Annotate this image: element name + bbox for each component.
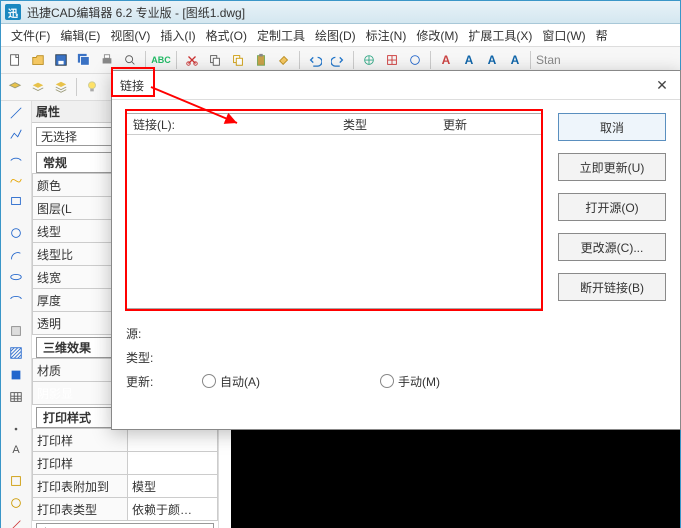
group-view[interactable]: 视图 bbox=[36, 523, 214, 528]
close-icon[interactable]: ✕ bbox=[652, 75, 672, 95]
menu-window[interactable]: 窗口(W) bbox=[538, 25, 589, 46]
doc-name: [图纸1.dwg] bbox=[182, 6, 245, 20]
layer3-icon[interactable] bbox=[51, 77, 71, 97]
line-icon[interactable] bbox=[7, 105, 25, 121]
title-text: 迅捷CAD编辑器 6.2 专业版 - [图纸1.dwg] bbox=[27, 4, 245, 21]
menu-draw[interactable]: 绘图(D) bbox=[311, 25, 360, 46]
table-icon[interactable] bbox=[7, 389, 25, 405]
new-icon[interactable] bbox=[5, 50, 25, 70]
app-window: 迅 迅捷CAD编辑器 6.2 专业版 - [图纸1.dwg] 文件(F) 编辑(… bbox=[0, 0, 681, 528]
break-link-button[interactable]: 断开链接(B) bbox=[558, 273, 666, 301]
copy2-icon[interactable] bbox=[228, 50, 248, 70]
layer2-icon[interactable] bbox=[28, 77, 48, 97]
dialog-titlebar: 链接 ✕ bbox=[112, 71, 680, 100]
cancel-button[interactable]: 取消 bbox=[558, 113, 666, 141]
links-dialog: 链接 ✕ 链接(L): 类型 更新 取消 立即更新(U) 打开源(O) 更改源(… bbox=[111, 70, 681, 430]
menu-file[interactable]: 文件(F) bbox=[7, 25, 54, 46]
hatch-icon[interactable] bbox=[7, 345, 25, 361]
arc-icon[interactable] bbox=[7, 149, 25, 165]
menubar: 文件(F) 编辑(E) 视图(V) 插入(I) 格式(O) 定制工具 绘图(D)… bbox=[1, 24, 680, 47]
style-readout: Stan bbox=[536, 53, 561, 67]
text-a2-icon[interactable]: A bbox=[459, 50, 479, 70]
menu-custom[interactable]: 定制工具 bbox=[253, 25, 309, 46]
polyline-icon[interactable] bbox=[7, 127, 25, 143]
menu-dim[interactable]: 标注(N) bbox=[362, 25, 411, 46]
menu-ext[interactable]: 扩展工具(X) bbox=[464, 25, 536, 46]
region-icon[interactable] bbox=[7, 367, 25, 383]
col-type: 类型 bbox=[343, 116, 443, 133]
change-source-button[interactable]: 更改源(C)... bbox=[558, 233, 666, 261]
menu-view[interactable]: 视图(V) bbox=[106, 25, 154, 46]
draw-toolbar: A bbox=[1, 101, 32, 528]
menu-edit[interactable]: 编辑(E) bbox=[56, 25, 104, 46]
spell-icon[interactable]: ABC bbox=[151, 50, 171, 70]
radio-auto[interactable]: 自动(A) bbox=[202, 373, 260, 390]
nav2-icon[interactable] bbox=[382, 50, 402, 70]
cut-icon[interactable] bbox=[182, 50, 202, 70]
ellipse-icon[interactable] bbox=[7, 269, 25, 285]
update-now-button[interactable]: 立即更新(U) bbox=[558, 153, 666, 181]
menu-format[interactable]: 格式(O) bbox=[202, 25, 251, 46]
preview-icon[interactable] bbox=[120, 50, 140, 70]
rect-icon[interactable] bbox=[7, 193, 25, 209]
copy-icon[interactable] bbox=[205, 50, 225, 70]
text-a3-icon[interactable]: A bbox=[482, 50, 502, 70]
dialog-title: 链接 bbox=[120, 77, 144, 94]
titlebar: 迅 迅捷CAD编辑器 6.2 专业版 - [图纸1.dwg] bbox=[1, 1, 680, 24]
props-print-table: 打印样 打印样 打印表附加到模型 打印表类型依赖于颜… bbox=[32, 428, 218, 521]
open-source-button[interactable]: 打开源(O) bbox=[558, 193, 666, 221]
label-update: 更新: bbox=[126, 373, 166, 390]
redo-icon[interactable] bbox=[328, 50, 348, 70]
saveall-icon[interactable] bbox=[74, 50, 94, 70]
text-icon[interactable]: A bbox=[7, 443, 25, 457]
toolz-icon[interactable] bbox=[7, 517, 25, 528]
links-listbox[interactable]: 链接(L): 类型 更新 bbox=[126, 113, 542, 309]
layer1-icon[interactable] bbox=[5, 77, 25, 97]
print-icon[interactable] bbox=[97, 50, 117, 70]
properties-title: 属性 bbox=[36, 103, 60, 120]
spline-icon[interactable] bbox=[7, 171, 25, 187]
col-link: 链接(L): bbox=[133, 116, 343, 133]
dialog-buttons: 取消 立即更新(U) 打开源(O) 更改源(C)... 断开链接(B) bbox=[558, 113, 666, 301]
bulb-icon[interactable] bbox=[82, 77, 102, 97]
ellipse-arc-icon[interactable] bbox=[7, 291, 25, 307]
label-type: 类型: bbox=[126, 349, 166, 366]
arc2-icon[interactable] bbox=[7, 247, 25, 263]
nav3-icon[interactable] bbox=[405, 50, 425, 70]
tooly-icon[interactable] bbox=[7, 495, 25, 511]
list-header: 链接(L): 类型 更新 bbox=[127, 114, 541, 135]
block-icon[interactable] bbox=[7, 323, 25, 339]
radio-circle-icon bbox=[380, 374, 394, 388]
nav1-icon[interactable] bbox=[359, 50, 379, 70]
circle-icon[interactable] bbox=[7, 225, 25, 241]
text-a4-icon[interactable]: A bbox=[505, 50, 525, 70]
menu-modify[interactable]: 修改(M) bbox=[412, 25, 462, 46]
model-canvas[interactable] bbox=[231, 425, 680, 528]
undo-icon[interactable] bbox=[305, 50, 325, 70]
label-source: 源: bbox=[126, 325, 166, 342]
menu-help[interactable]: 帮 bbox=[592, 25, 612, 46]
menu-insert[interactable]: 插入(I) bbox=[156, 25, 199, 46]
dialog-info: 源: 类型: 更新: 自动(A) 手动(M) bbox=[126, 321, 666, 393]
app-icon: 迅 bbox=[5, 4, 21, 20]
radio-manual[interactable]: 手动(M) bbox=[380, 373, 440, 390]
toolx-icon[interactable] bbox=[7, 473, 25, 489]
col-update: 更新 bbox=[443, 116, 535, 133]
open-icon[interactable] bbox=[28, 50, 48, 70]
save-icon[interactable] bbox=[51, 50, 71, 70]
format-painter-icon[interactable] bbox=[274, 50, 294, 70]
point-icon[interactable] bbox=[7, 421, 25, 437]
app-name: 迅捷CAD编辑器 6.2 专业版 bbox=[27, 6, 172, 20]
text-a1-icon[interactable]: A bbox=[436, 50, 456, 70]
paste-icon[interactable] bbox=[251, 50, 271, 70]
radio-circle-icon bbox=[202, 374, 216, 388]
selection-value: 无选择 bbox=[41, 128, 77, 145]
